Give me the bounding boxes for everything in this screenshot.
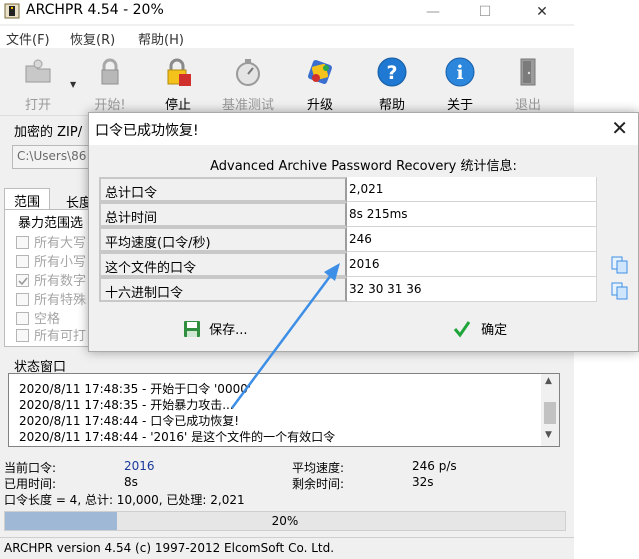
- annotation-arrow: [230, 263, 340, 409]
